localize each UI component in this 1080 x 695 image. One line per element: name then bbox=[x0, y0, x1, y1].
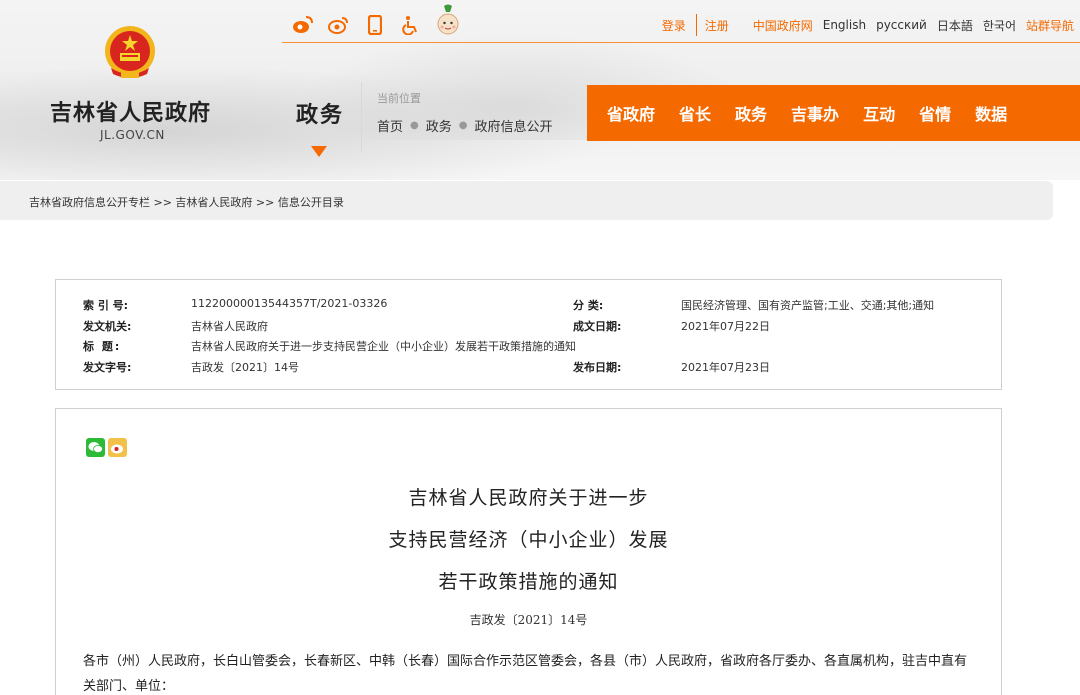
site-domain: JL.GOV.CN bbox=[100, 128, 165, 142]
article-body-text: 各市（州）人民政府，长白山管委会，长春新区、中韩（长春）国际合作示范区管委会，各… bbox=[83, 654, 968, 694]
breadcrumb: 首页 ● 政务 ● 政府信息公开 bbox=[377, 116, 553, 135]
doc-number-value: 吉政发〔2021〕14号 bbox=[191, 361, 299, 374]
info-breadcrumb-bar[interactable]: 吉林省政府信息公开专栏 >> 吉林省人民政府 >> 信息公开目录 bbox=[0, 181, 1053, 220]
published-date-value: 2021年07月23日 bbox=[681, 361, 770, 374]
korean-link[interactable]: 한국어 bbox=[983, 17, 1016, 34]
nav-item-data[interactable]: 数据 bbox=[975, 101, 1007, 125]
issuer-value: 吉林省人民政府 bbox=[191, 320, 268, 333]
written-date-label: 成文日期: bbox=[573, 320, 622, 333]
title-label: 标 题: bbox=[83, 340, 122, 353]
share-buttons bbox=[86, 438, 127, 457]
index-label: 索 引 号: bbox=[83, 299, 129, 312]
location-label: 当前位置 bbox=[377, 92, 421, 105]
weibo-alt-icon[interactable] bbox=[328, 14, 350, 36]
index-value: 11220000013544357T/2021-03326 bbox=[191, 297, 388, 310]
dot-separator-icon: ● bbox=[458, 120, 468, 131]
accessibility-icon[interactable] bbox=[400, 14, 422, 36]
social-icons bbox=[292, 4, 460, 42]
article-doc-number: 吉政发〔2021〕14号 bbox=[469, 613, 588, 627]
published-date-label: 发布日期: bbox=[573, 361, 622, 374]
sitemap-link[interactable]: 站群导航 bbox=[1026, 17, 1074, 34]
russian-link[interactable]: русский bbox=[876, 18, 927, 32]
nav-item-governor[interactable]: 省长 bbox=[679, 101, 711, 125]
category-label: 分 类: bbox=[573, 299, 604, 312]
divider bbox=[695, 14, 697, 36]
article-title-line-3: 若干政策措施的通知 bbox=[438, 571, 619, 593]
main-nav: 省政府 省长 政务 吉事办 互动 省情 数据 bbox=[587, 85, 1080, 141]
japanese-link[interactable]: 日本語 bbox=[937, 17, 973, 34]
register-link[interactable]: 注册 bbox=[705, 17, 729, 34]
breadcrumb-home[interactable]: 首页 bbox=[377, 116, 403, 135]
category-value: 国民经济管理、国有资产监管;工业、交通;其他;通知 bbox=[681, 299, 935, 312]
weibo-share-icon[interactable] bbox=[108, 438, 127, 457]
nav-item-province-info[interactable]: 省情 bbox=[919, 101, 951, 125]
section-title: 政务 bbox=[296, 103, 345, 128]
article-box: 吉林省人民政府关于进一步 支持民营经济（中小企业）发展 若干政策措施的通知 吉政… bbox=[55, 408, 1002, 695]
issuer-label: 发文机关: bbox=[83, 320, 132, 333]
site-title[interactable]: 吉林省人民政府 bbox=[50, 95, 211, 127]
doc-number-label: 发文字号: bbox=[83, 361, 132, 374]
title-value: 吉林省人民政府关于进一步支持民营企业（中小企业）发展若干政策措施的通知 bbox=[191, 340, 576, 353]
weibo-icon[interactable] bbox=[292, 14, 314, 36]
nav-item-provincial-government[interactable]: 省政府 bbox=[607, 101, 655, 125]
divider bbox=[361, 82, 362, 152]
nav-item-jishiban[interactable]: 吉事办 bbox=[791, 101, 839, 125]
national-emblem-logo[interactable] bbox=[101, 24, 159, 82]
mobile-icon[interactable] bbox=[364, 14, 386, 36]
written-date-value: 2021年07月22日 bbox=[681, 320, 770, 333]
login-link[interactable]: 登录 bbox=[662, 17, 686, 34]
document-info-box: 索 引 号: 11220000013544357T/2021-03326 分 类… bbox=[55, 279, 1002, 390]
wechat-share-icon[interactable] bbox=[86, 438, 105, 457]
section-arrow-icon bbox=[311, 146, 327, 157]
nav-item-affairs[interactable]: 政务 bbox=[735, 101, 767, 125]
top-utility-bar: 登录 注册 中国政府网 English русский 日本語 한국어 站群导航 bbox=[282, 0, 1080, 43]
nav-item-interaction[interactable]: 互动 bbox=[863, 101, 895, 125]
dot-separator-icon: ● bbox=[410, 120, 419, 131]
breadcrumb-affairs[interactable]: 政务 bbox=[426, 116, 452, 135]
mascot-icon[interactable] bbox=[436, 4, 460, 38]
english-link[interactable]: English bbox=[823, 18, 866, 32]
article-title-line-2: 支持民营经济（中小企业）发展 bbox=[388, 529, 669, 551]
breadcrumb-info-disclosure[interactable]: 政府信息公开 bbox=[475, 116, 553, 135]
top-links: 登录 注册 中国政府网 English русский 日本語 한국어 站群导航 bbox=[652, 14, 1074, 36]
gov-cn-link[interactable]: 中国政府网 bbox=[753, 17, 813, 34]
article-title-line-1: 吉林省人民政府关于进一步 bbox=[408, 487, 649, 509]
